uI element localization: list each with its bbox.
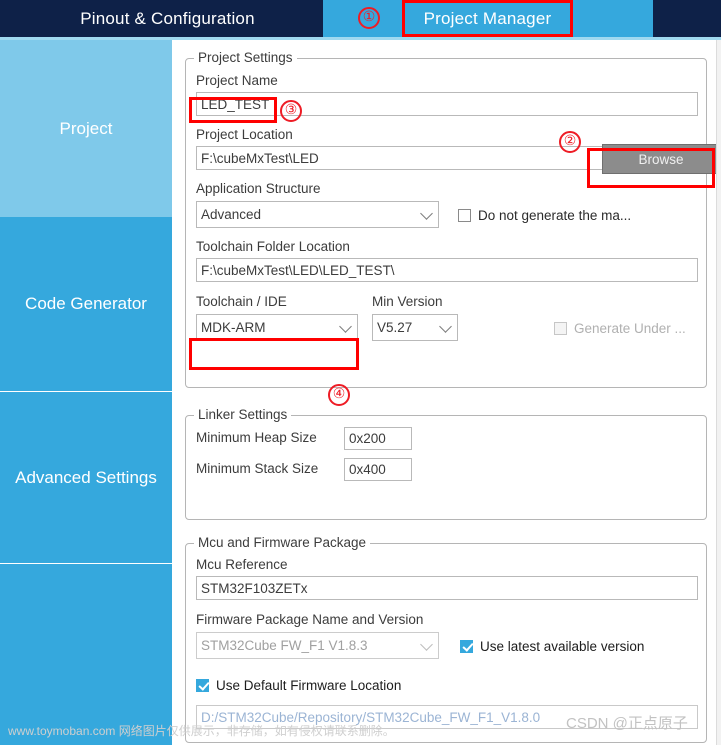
toolchain-ide-select[interactable]: MDK-ARM bbox=[196, 314, 358, 341]
use-default-firmware-location-checkbox-row[interactable]: Use Default Firmware Location bbox=[196, 678, 401, 693]
mcu-reference-input[interactable]: STM32F103ZETx bbox=[196, 576, 698, 600]
project-name-value: LED_TEST bbox=[201, 96, 270, 112]
tab-project-manager-label: Project Manager bbox=[423, 8, 552, 28]
sidebar-item-advanced-settings[interactable]: Advanced Settings bbox=[0, 393, 172, 564]
do-not-generate-main-checkbox[interactable] bbox=[458, 209, 471, 222]
use-default-firmware-location-label: Use Default Firmware Location bbox=[216, 678, 402, 693]
project-name-input[interactable]: LED_TEST bbox=[196, 92, 698, 116]
use-latest-version-checkbox[interactable] bbox=[460, 640, 473, 653]
chevron-down-icon bbox=[439, 319, 452, 333]
application-structure-value: Advanced bbox=[201, 207, 262, 222]
toolchain-folder-value: F:\cubeMxTest\LED\LED_TEST\ bbox=[201, 262, 395, 278]
firmware-package-value: STM32Cube FW_F1 V1.8.3 bbox=[201, 638, 368, 653]
sidebar-item-advanced-settings-label: Advanced Settings bbox=[15, 468, 157, 487]
generate-under-root-checkbox-row: Generate Under ... bbox=[554, 321, 686, 336]
use-latest-version-checkbox-row[interactable]: Use latest available version bbox=[460, 639, 644, 654]
project-settings-legend: Project Settings bbox=[194, 50, 297, 65]
linker-settings-legend: Linker Settings bbox=[194, 407, 292, 422]
min-version-select[interactable]: V5.27 bbox=[372, 314, 458, 341]
minimum-heap-size-value: 0x200 bbox=[349, 431, 386, 446]
minimum-stack-size-input[interactable]: 0x400 bbox=[344, 458, 412, 481]
tab-pinout-configuration[interactable]: Pinout & Configuration bbox=[13, 0, 322, 37]
toolchain-folder-input[interactable]: F:\cubeMxTest\LED\LED_TEST\ bbox=[196, 258, 698, 282]
do-not-generate-main-label: Do not generate the ma... bbox=[478, 208, 632, 223]
vertical-scrollbar[interactable] bbox=[716, 40, 721, 745]
toolchain-ide-label: Toolchain / IDE bbox=[196, 294, 287, 309]
minimum-stack-size-label: Minimum Stack Size bbox=[196, 461, 319, 476]
tab-project-manager[interactable]: Project Manager bbox=[402, 0, 573, 37]
mcu-firmware-package-legend: Mcu and Firmware Package bbox=[194, 535, 371, 550]
project-settings-group: Project Settings Project Name LED_TEST P… bbox=[185, 50, 720, 388]
minimum-stack-size-value: 0x400 bbox=[349, 462, 386, 477]
use-latest-version-label: Use latest available version bbox=[480, 639, 645, 654]
use-default-firmware-location-checkbox[interactable] bbox=[196, 679, 209, 692]
watermark-csdn: CSDN @正点原子 bbox=[566, 715, 688, 732]
firmware-package-select[interactable]: STM32Cube FW_F1 V1.8.3 bbox=[196, 632, 439, 659]
sidebar-empty-area bbox=[0, 565, 172, 745]
browse-button[interactable]: Browse bbox=[602, 144, 720, 174]
sidebar-item-project[interactable]: Project bbox=[0, 40, 172, 217]
toolchain-ide-value: MDK-ARM bbox=[201, 320, 266, 335]
watermark-toymoban: www.toymoban.com 网络图片仅供展示，非存储，如有侵权请联系删除。 bbox=[8, 724, 395, 738]
minimum-heap-size-label: Minimum Heap Size bbox=[196, 430, 317, 445]
min-version-label: Min Version bbox=[372, 294, 443, 309]
browse-button-label: Browse bbox=[638, 151, 684, 167]
generate-under-root-label: Generate Under ... bbox=[574, 321, 686, 336]
min-version-value: V5.27 bbox=[377, 320, 413, 335]
project-name-label: Project Name bbox=[196, 73, 278, 88]
sidebar-item-project-label: Project bbox=[59, 118, 113, 138]
project-location-value: F:\cubeMxTest\LED bbox=[201, 150, 319, 166]
mcu-reference-label: Mcu Reference bbox=[196, 557, 288, 572]
annotation-marker-4: ④ bbox=[328, 384, 350, 406]
chevron-down-icon bbox=[420, 206, 433, 220]
firmware-package-label: Firmware Package Name and Version bbox=[196, 612, 424, 627]
mcu-reference-value: STM32F103ZETx bbox=[201, 580, 308, 596]
project-location-label: Project Location bbox=[196, 127, 293, 142]
do-not-generate-main-checkbox-row[interactable]: Do not generate the ma... bbox=[458, 208, 631, 223]
sidebar-item-code-generator[interactable]: Code Generator bbox=[0, 217, 172, 392]
annotation-marker-1: ① bbox=[358, 7, 380, 29]
annotation-marker-2: ② bbox=[559, 131, 581, 153]
toolchain-folder-label: Toolchain Folder Location bbox=[196, 239, 350, 254]
generate-under-root-checkbox bbox=[554, 322, 567, 335]
chevron-down-icon bbox=[339, 319, 352, 333]
project-manager-panel: Project Settings Project Name LED_TEST P… bbox=[174, 40, 721, 745]
application-structure-select[interactable]: Advanced bbox=[196, 201, 439, 228]
chevron-down-icon bbox=[420, 637, 433, 651]
tab-bar-filler bbox=[654, 0, 721, 37]
annotation-marker-3: ③ bbox=[280, 100, 302, 122]
sidebar-item-code-generator-label: Code Generator bbox=[25, 294, 147, 313]
minimum-heap-size-input[interactable]: 0x200 bbox=[344, 427, 412, 450]
application-structure-label: Application Structure bbox=[196, 181, 321, 196]
sidebar: Project Code Generator Advanced Settings bbox=[0, 40, 172, 745]
linker-settings-group: Linker Settings Minimum Heap Size 0x200 … bbox=[185, 407, 707, 520]
tab-pinout-label: Pinout & Configuration bbox=[80, 8, 255, 28]
